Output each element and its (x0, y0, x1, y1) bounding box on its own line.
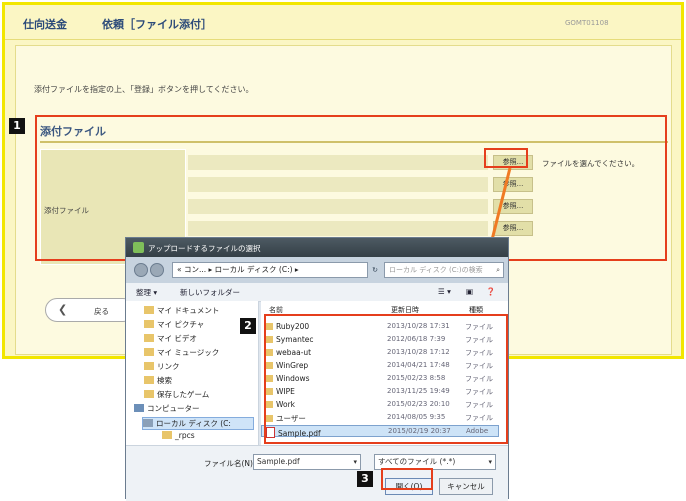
open-button-highlight (381, 468, 433, 490)
address-bar[interactable]: « コン... ▸ ローカル ディスク (C:) ▸ (172, 262, 368, 278)
drive-icon (143, 419, 153, 427)
preview-pane-icon[interactable]: ▣ (466, 287, 473, 296)
search-input[interactable]: ローカル ディスク (C:)の検索 ⌕ (384, 262, 504, 278)
new-folder-button[interactable]: 新しいフォルダー (180, 287, 240, 298)
folder-icon (144, 348, 154, 356)
folder-icon (144, 390, 154, 398)
nav-item-computer[interactable]: コンピューター (134, 403, 200, 414)
folder-icon (162, 431, 172, 439)
nav-item-saved-games[interactable]: 保存したゲーム (144, 389, 209, 400)
nav-item-music[interactable]: マイ ミュージック (144, 347, 219, 358)
app-icon (133, 242, 144, 253)
nav-item-search[interactable]: 検索 (144, 375, 172, 386)
refresh-icon[interactable]: ↻ (369, 262, 381, 278)
help-icon[interactable]: ❓ (486, 287, 495, 296)
folder-icon (144, 362, 154, 370)
dialog-title: アップロードするファイルの選択 (148, 244, 261, 253)
view-menu-icon[interactable]: ☰ ▾ (438, 287, 451, 296)
nav-item-local-disk[interactable]: ローカル ディスク (C: (142, 417, 254, 430)
folder-icon (144, 376, 154, 384)
dialog-footer: ファイル名(N): Sample.pdf ▾ すべてのファイル (*.*) ▾ … (126, 445, 508, 501)
organize-menu[interactable]: 整理 ▾ (136, 287, 157, 298)
cancel-button[interactable]: キャンセル (439, 478, 493, 495)
folder-icon (144, 320, 154, 328)
forward-nav-icon[interactable] (150, 263, 164, 277)
back-nav-icon[interactable] (134, 263, 148, 277)
file-list-highlight (264, 314, 508, 444)
nav-item-documents[interactable]: マイ ドキュメント (144, 305, 219, 316)
chevron-down-icon: ▾ (488, 458, 492, 466)
nav-item-videos[interactable]: マイ ビデオ (144, 333, 197, 344)
step-badge-2: 2 (240, 318, 256, 334)
folder-icon (144, 306, 154, 314)
search-placeholder: ローカル ディスク (C:)の検索 (389, 266, 483, 274)
filename-label: ファイル名(N): (204, 459, 256, 468)
folder-icon (144, 334, 154, 342)
filetype-value: すべてのファイル (*.*) (378, 457, 456, 466)
dialog-toolbar: 整理 ▾ 新しいフォルダー ☰ ▾ ▣ ❓ (126, 283, 508, 302)
chevron-down-icon[interactable]: ▾ (353, 455, 357, 469)
dialog-titlebar: アップロードするファイルの選択 (126, 238, 508, 257)
nav-item-rpcs[interactable]: _rpcs (162, 431, 195, 440)
search-icon: ⌕ (496, 266, 500, 274)
nav-item-pictures[interactable]: マイ ピクチャ (144, 319, 204, 330)
nav-item-links[interactable]: リンク (144, 361, 180, 372)
step-badge-3: 3 (357, 471, 373, 487)
filename-value: Sample.pdf (257, 457, 300, 466)
address-row: « コン... ▸ ローカル ディスク (C:) ▸ ↻ ローカル ディスク (… (126, 257, 508, 283)
computer-icon (134, 404, 144, 412)
filename-input[interactable]: Sample.pdf ▾ (253, 454, 361, 470)
